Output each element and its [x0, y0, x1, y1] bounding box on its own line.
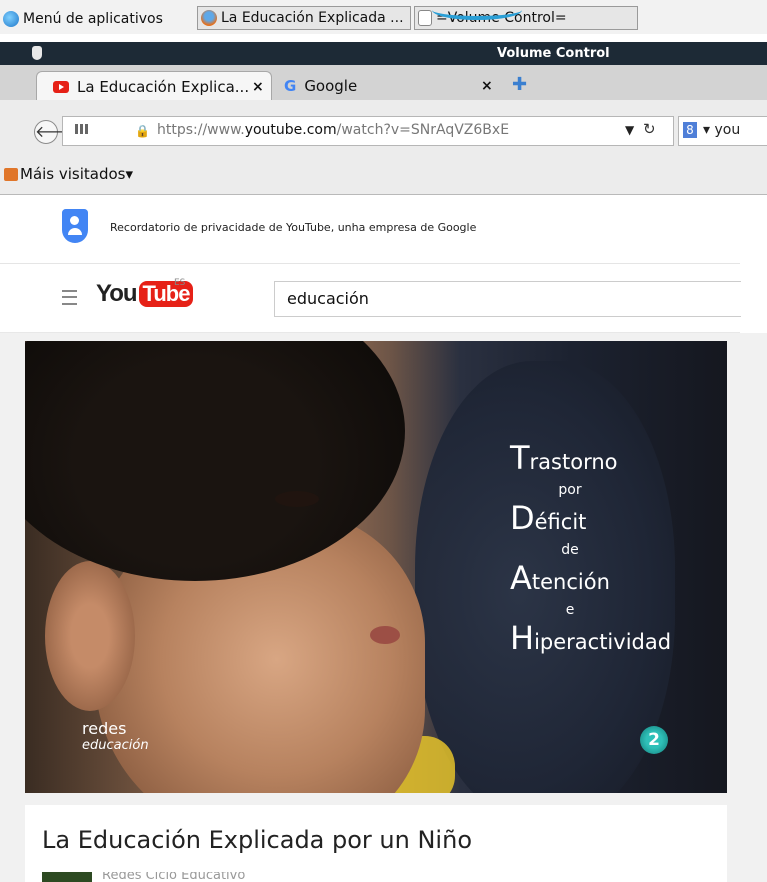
channel-2-badge: 2	[640, 726, 668, 754]
tab-label: Google	[304, 76, 358, 95]
back-button[interactable]: 🡐	[34, 120, 78, 144]
firefox-icon	[201, 10, 217, 26]
video-player[interactable]: Trastorno por Déficit de Atención e Hipe…	[25, 341, 727, 793]
taskbar: Menú de aplicativos La Educación Explica…	[0, 0, 767, 34]
channel-name[interactable]: Redes Ciclo Educativo	[102, 872, 262, 882]
youtube-search-box[interactable]	[274, 281, 741, 317]
taskbar-app-menu[interactable]: Menú de aplicativos	[3, 8, 163, 30]
url-text[interactable]: https://www.youtube.com/watch?v=SNrAqVZ6…	[157, 122, 509, 138]
desktop-swoosh-decoration	[432, 0, 522, 20]
taskbar-item-label: Menú de aplicativos	[23, 11, 163, 27]
tab-youtube[interactable]: La Educación Explica... ×	[36, 71, 272, 101]
overlay-line: Déficit	[510, 499, 587, 537]
logo-region-label: ES	[174, 278, 186, 288]
overlay-line: por	[558, 482, 582, 498]
video-child-eye	[275, 491, 319, 507]
folder-icon	[4, 168, 18, 181]
new-tab-icon[interactable]: ✚	[512, 74, 527, 95]
video-title-overlay: Trastorno por Déficit de Atención e Hipe…	[510, 441, 727, 659]
privacy-reminder-text[interactable]: Recordatorio de privacidade de YouTube, …	[110, 221, 476, 234]
taskbar-item-label: La Educación Explicada ...	[221, 10, 404, 26]
search-bar-text: ▾ you	[703, 122, 741, 138]
site-identity-icon[interactable]	[75, 124, 89, 134]
window-icon	[32, 46, 42, 60]
channel-avatar[interactable]	[42, 872, 92, 882]
guide-menu-icon[interactable]	[62, 290, 77, 305]
overlay-line: Atención	[510, 559, 610, 597]
taskbar-firefox-window[interactable]: La Educación Explicada ...	[197, 6, 411, 30]
volume-control-icon	[418, 10, 432, 26]
tab-strip: La Educación Explica... × G Google ×	[0, 65, 767, 101]
overlay-line: e	[565, 602, 575, 618]
lock-icon: 🔒	[135, 124, 150, 138]
youtube-logo[interactable]: You Tube ES	[96, 278, 194, 308]
google-favicon: G	[284, 76, 297, 95]
bookmarks-toolbar: Máis visitados▾	[0, 158, 767, 195]
privacy-shield-icon	[62, 209, 88, 243]
reload-icon[interactable]: ↻	[643, 120, 656, 138]
logo-you-text: You	[96, 280, 138, 307]
app-menu-icon	[3, 11, 19, 27]
close-tab-icon[interactable]: ×	[252, 79, 264, 95]
google-search-engine-icon[interactable]: 8	[683, 122, 697, 138]
video-title: La Educación Explicada por un Niño	[42, 826, 472, 854]
video-child-lips	[370, 626, 400, 644]
search-bar[interactable]: 8 ▾ you	[678, 116, 767, 146]
window-titlebar[interactable]: Volume Control	[0, 42, 767, 65]
overlay-line: Trastorno	[510, 439, 618, 477]
overlay-line: de	[561, 542, 579, 558]
youtube-search-input[interactable]	[285, 288, 729, 309]
url-history-dropdown-icon[interactable]: ▼	[625, 123, 634, 137]
page-right-edge-lower	[740, 333, 767, 882]
bookmark-most-visited[interactable]: Máis visitados▾	[20, 165, 133, 183]
window-title: Volume Control	[497, 46, 610, 61]
youtube-favicon	[53, 80, 69, 93]
video-child-ear	[45, 561, 135, 711]
close-tab-icon[interactable]: ×	[481, 78, 493, 94]
tab-google[interactable]: G Google ×	[276, 71, 500, 100]
overlay-line: Hiperactividad	[510, 619, 672, 657]
redes-watermark: redes educación	[82, 719, 149, 753]
url-bar[interactable]: 🔒 https://www.youtube.com/watch?v=SNrAqV…	[62, 116, 674, 146]
tab-label: La Educación Explica...	[77, 77, 250, 96]
